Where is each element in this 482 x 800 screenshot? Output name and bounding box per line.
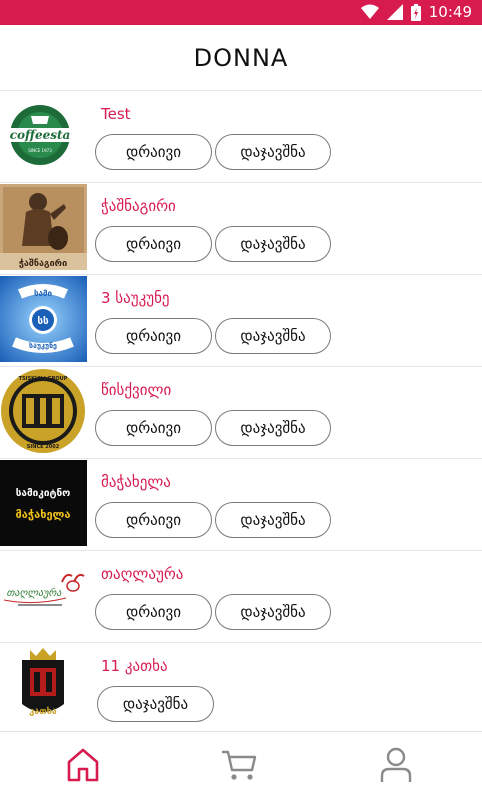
svg-text:სამი: სამი xyxy=(34,289,53,298)
restaurant-name[interactable]: 3 საუკუნე xyxy=(101,289,170,307)
book-button[interactable]: დაჯავშნა xyxy=(97,686,214,722)
bottom-navigation xyxy=(0,731,482,800)
restaurant-list[interactable]: coffeesta SINCE 1973 Test დრაივი დაჯავშნ… xyxy=(0,91,482,731)
restaurant-item[interactable]: სამი სს საუკუნე 3 საუკუნე დრაივი დაჯავშნ… xyxy=(0,275,482,367)
restaurant-name[interactable]: თაღლაურა xyxy=(101,565,183,583)
book-button[interactable]: დაჯავშნა xyxy=(215,226,331,262)
restaurant-logo: სამი სს საუკუნე xyxy=(0,276,87,362)
signal-icon xyxy=(386,4,403,20)
profile-icon xyxy=(379,746,413,788)
book-button[interactable]: დაჯავშნა xyxy=(215,318,331,354)
svg-text:სამიკიტნო: სამიკიტნო xyxy=(16,487,71,499)
cart-icon xyxy=(220,748,258,786)
svg-text:სს: სს xyxy=(37,315,49,327)
restaurant-item[interactable]: კათხა 11 კათხა დაჯავშნა xyxy=(0,643,482,731)
driver-button[interactable]: დრაივი xyxy=(95,502,212,538)
restaurant-name[interactable]: Test xyxy=(101,105,131,123)
svg-text:TSISKVILI GROUP: TSISKVILI GROUP xyxy=(19,376,68,382)
book-button[interactable]: დაჯავშნა xyxy=(215,410,331,446)
book-button[interactable]: დაჯავშნა xyxy=(215,134,331,170)
driver-button[interactable]: დრაივი xyxy=(95,134,212,170)
restaurant-logo: კათხა xyxy=(0,644,87,730)
nav-profile-button[interactable] xyxy=(376,746,416,788)
restaurant-name[interactable]: ჭაშნაგირი xyxy=(101,197,176,215)
svg-text:თაღლაურა: თაღლაურა xyxy=(7,587,63,599)
restaurant-logo: coffeesta SINCE 1973 xyxy=(0,92,87,178)
svg-text:საუკუნე: საუკუნე xyxy=(29,342,57,350)
restaurant-name[interactable]: მაჭახელა xyxy=(101,473,171,491)
svg-text:ჭაშნაგირი: ჭაშნაგირი xyxy=(19,258,67,269)
status-icons: 10:49 xyxy=(360,3,472,21)
restaurant-name[interactable]: 11 კათხა xyxy=(101,657,168,675)
restaurant-name[interactable]: წისქვილი xyxy=(101,381,171,399)
wifi-icon xyxy=(360,4,379,20)
driver-button[interactable]: დრაივი xyxy=(95,410,212,446)
restaurant-logo: თაღლაურა xyxy=(0,552,87,638)
nav-cart-button[interactable] xyxy=(219,746,259,788)
svg-text:კათხა: კათხა xyxy=(29,707,57,717)
book-button[interactable]: დაჯავშნა xyxy=(215,502,331,538)
book-button[interactable]: დაჯავშნა xyxy=(215,594,331,630)
svg-text:SINCE 2002: SINCE 2002 xyxy=(27,444,60,450)
app-header: DONNA xyxy=(0,25,482,91)
restaurant-logo: TSISKVILI GROUP SINCE 2002 xyxy=(0,368,87,454)
svg-text:მაჭახელა: მაჭახელა xyxy=(16,508,71,521)
restaurant-item[interactable]: სამიკიტნო მაჭახელა მაჭახელა დრაივი დაჯავ… xyxy=(0,459,482,551)
driver-button[interactable]: დრაივი xyxy=(95,318,212,354)
svg-text:SINCE 1973: SINCE 1973 xyxy=(28,148,52,153)
page-title: DONNA xyxy=(193,43,289,72)
status-bar: 10:49 xyxy=(0,0,482,25)
driver-button[interactable]: დრაივი xyxy=(95,594,212,630)
nav-home-button[interactable] xyxy=(63,746,103,788)
restaurant-item[interactable]: coffeesta SINCE 1973 Test დრაივი დაჯავშნ… xyxy=(0,91,482,183)
battery-icon xyxy=(410,3,421,21)
driver-button[interactable]: დრაივი xyxy=(95,226,212,262)
restaurant-item[interactable]: თაღლაურა თაღლაურა დრაივი დაჯავშნა xyxy=(0,551,482,643)
restaurant-item[interactable]: ჭაშნაგირი ჭაშნაგირი დრაივი დაჯავშნა xyxy=(0,183,482,275)
restaurant-logo: ჭაშნაგირი xyxy=(0,184,87,270)
restaurant-item[interactable]: TSISKVILI GROUP SINCE 2002 წისქვილი დრაი… xyxy=(0,367,482,459)
status-time: 10:49 xyxy=(428,3,472,21)
svg-text:coffeesta: coffeesta xyxy=(10,128,71,142)
home-icon xyxy=(66,747,100,787)
restaurant-logo: სამიკიტნო მაჭახელა xyxy=(0,460,87,546)
